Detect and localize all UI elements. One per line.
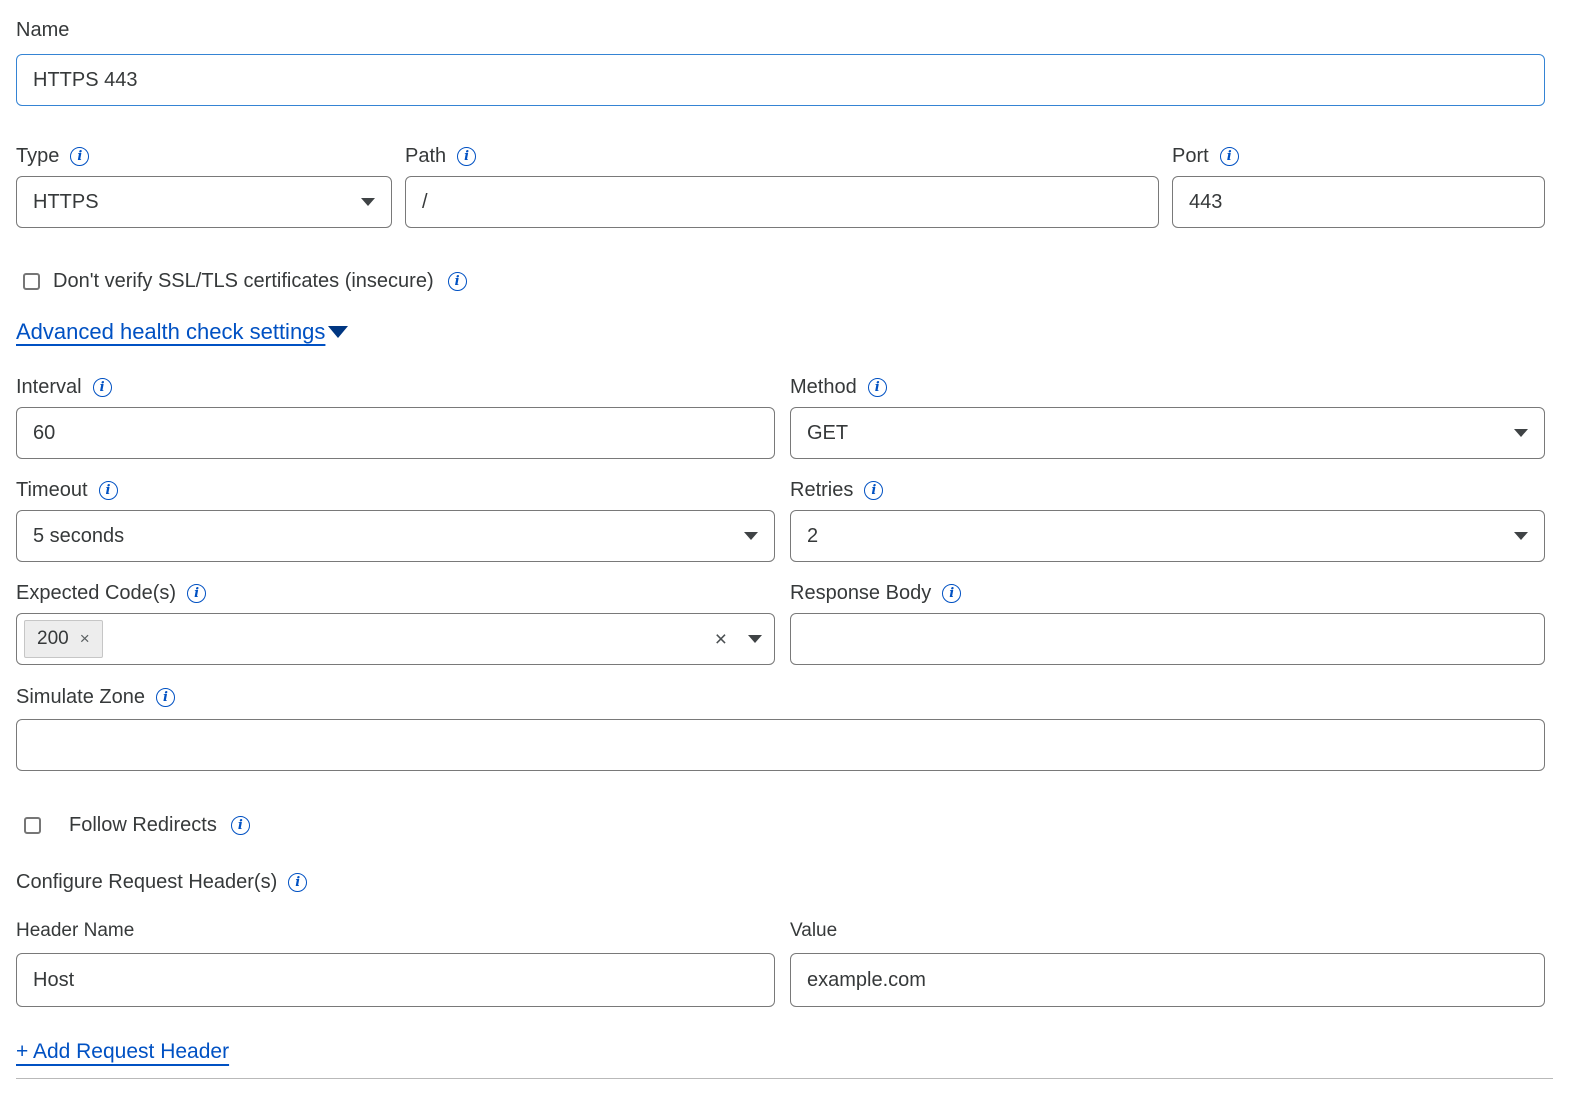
info-icon[interactable]: i [70, 147, 89, 166]
timeout-label: Timeout [16, 476, 88, 504]
health-check-form: Name Type i HTTPS Path i Port i [0, 0, 1570, 1079]
name-input[interactable] [16, 54, 1545, 106]
header-value-field-group: Value [790, 917, 1545, 1007]
header-name-field-group: Header Name [16, 917, 775, 1007]
simulate-zone-input[interactable] [16, 719, 1545, 771]
chevron-down-icon [744, 532, 758, 540]
header-value-input[interactable] [790, 953, 1545, 1007]
method-select-value: GET [807, 422, 848, 445]
code-tag: 200 × [24, 620, 103, 658]
codes-body-row: Expected Code(s) i 200 × × Response Body… [16, 579, 1545, 665]
verify-ssl-row: Don't verify SSL/TLS certificates (insec… [23, 270, 1545, 293]
timeout-select-value: 5 seconds [33, 525, 124, 548]
port-input[interactable] [1172, 176, 1545, 228]
request-headers-section: Configure Request Header(s) i [16, 868, 1545, 896]
info-icon[interactable]: i [156, 688, 175, 707]
timeout-field-group: Timeout i 5 seconds [16, 476, 775, 562]
info-icon[interactable]: i [1220, 147, 1239, 166]
retries-label: Retries [790, 476, 853, 504]
path-field-group: Path i [405, 142, 1159, 228]
follow-redirects-checkbox[interactable] [24, 817, 41, 834]
port-field-group: Port i [1172, 142, 1545, 228]
follow-redirects-row: Follow Redirects i [24, 814, 1545, 837]
retries-select[interactable]: 2 [790, 510, 1545, 562]
timeout-retries-row: Timeout i 5 seconds Retries i 2 [16, 476, 1545, 562]
triangle-down-icon [328, 326, 348, 338]
interval-field-group: Interval i [16, 373, 775, 459]
expected-codes-multiselect[interactable]: 200 × × [16, 613, 775, 665]
path-input[interactable] [405, 176, 1159, 228]
request-headers-label: Configure Request Header(s) [16, 868, 277, 896]
expected-codes-label: Expected Code(s) [16, 579, 176, 607]
info-icon[interactable]: i [868, 378, 887, 397]
chevron-down-icon[interactable] [748, 635, 762, 643]
response-body-label: Response Body [790, 579, 931, 607]
interval-method-row: Interval i Method i GET [16, 373, 1545, 459]
section-divider [16, 1078, 1553, 1079]
type-path-port-row: Type i HTTPS Path i Port i [16, 142, 1545, 228]
info-icon[interactable]: i [99, 481, 118, 500]
response-body-input[interactable] [790, 613, 1545, 665]
type-select[interactable]: HTTPS [16, 176, 392, 228]
header-name-input[interactable] [16, 953, 775, 1007]
simulate-zone-label: Simulate Zone [16, 683, 145, 711]
info-icon[interactable]: i [942, 584, 961, 603]
port-label: Port [1172, 142, 1209, 170]
retries-select-value: 2 [807, 525, 818, 548]
name-label: Name [16, 16, 69, 44]
retries-field-group: Retries i 2 [790, 476, 1545, 562]
type-field-group: Type i HTTPS [16, 142, 392, 228]
interval-input[interactable] [16, 407, 775, 459]
path-label: Path [405, 142, 446, 170]
header-row: Header Name Value [16, 917, 1545, 1007]
method-label: Method [790, 373, 857, 401]
follow-redirects-label: Follow Redirects [69, 814, 217, 837]
simulate-zone-field-group: Simulate Zone i [16, 683, 1545, 771]
info-icon[interactable]: i [288, 873, 307, 892]
expected-codes-field-group: Expected Code(s) i 200 × × [16, 579, 775, 665]
info-icon[interactable]: i [457, 147, 476, 166]
code-tag-value: 200 [37, 628, 69, 650]
chevron-down-icon [361, 198, 375, 206]
info-icon[interactable]: i [448, 272, 467, 291]
verify-ssl-checkbox[interactable] [23, 273, 40, 290]
verify-ssl-label: Don't verify SSL/TLS certificates (insec… [53, 270, 434, 293]
response-body-field-group: Response Body i [790, 579, 1545, 665]
info-icon[interactable]: i [187, 584, 206, 603]
name-field-group: Name [16, 16, 1545, 106]
remove-tag-icon[interactable]: × [80, 629, 90, 649]
clear-icon[interactable]: × [715, 629, 727, 650]
info-icon[interactable]: i [864, 481, 883, 500]
method-select[interactable]: GET [790, 407, 1545, 459]
add-request-header-link[interactable]: + Add Request Header [16, 1040, 229, 1064]
type-label: Type [16, 142, 59, 170]
interval-label: Interval [16, 373, 82, 401]
info-icon[interactable]: i [93, 378, 112, 397]
header-value-label: Value [790, 917, 837, 943]
type-select-value: HTTPS [33, 191, 99, 214]
method-field-group: Method i GET [790, 373, 1545, 459]
timeout-select[interactable]: 5 seconds [16, 510, 775, 562]
info-icon[interactable]: i [231, 816, 250, 835]
advanced-settings-link[interactable]: Advanced health check settings [16, 319, 325, 345]
chevron-down-icon [1514, 532, 1528, 540]
advanced-settings-toggle[interactable]: Advanced health check settings [16, 319, 1545, 345]
chevron-down-icon [1514, 429, 1528, 437]
multiselect-controls: × [715, 629, 762, 650]
header-name-label: Header Name [16, 917, 134, 943]
